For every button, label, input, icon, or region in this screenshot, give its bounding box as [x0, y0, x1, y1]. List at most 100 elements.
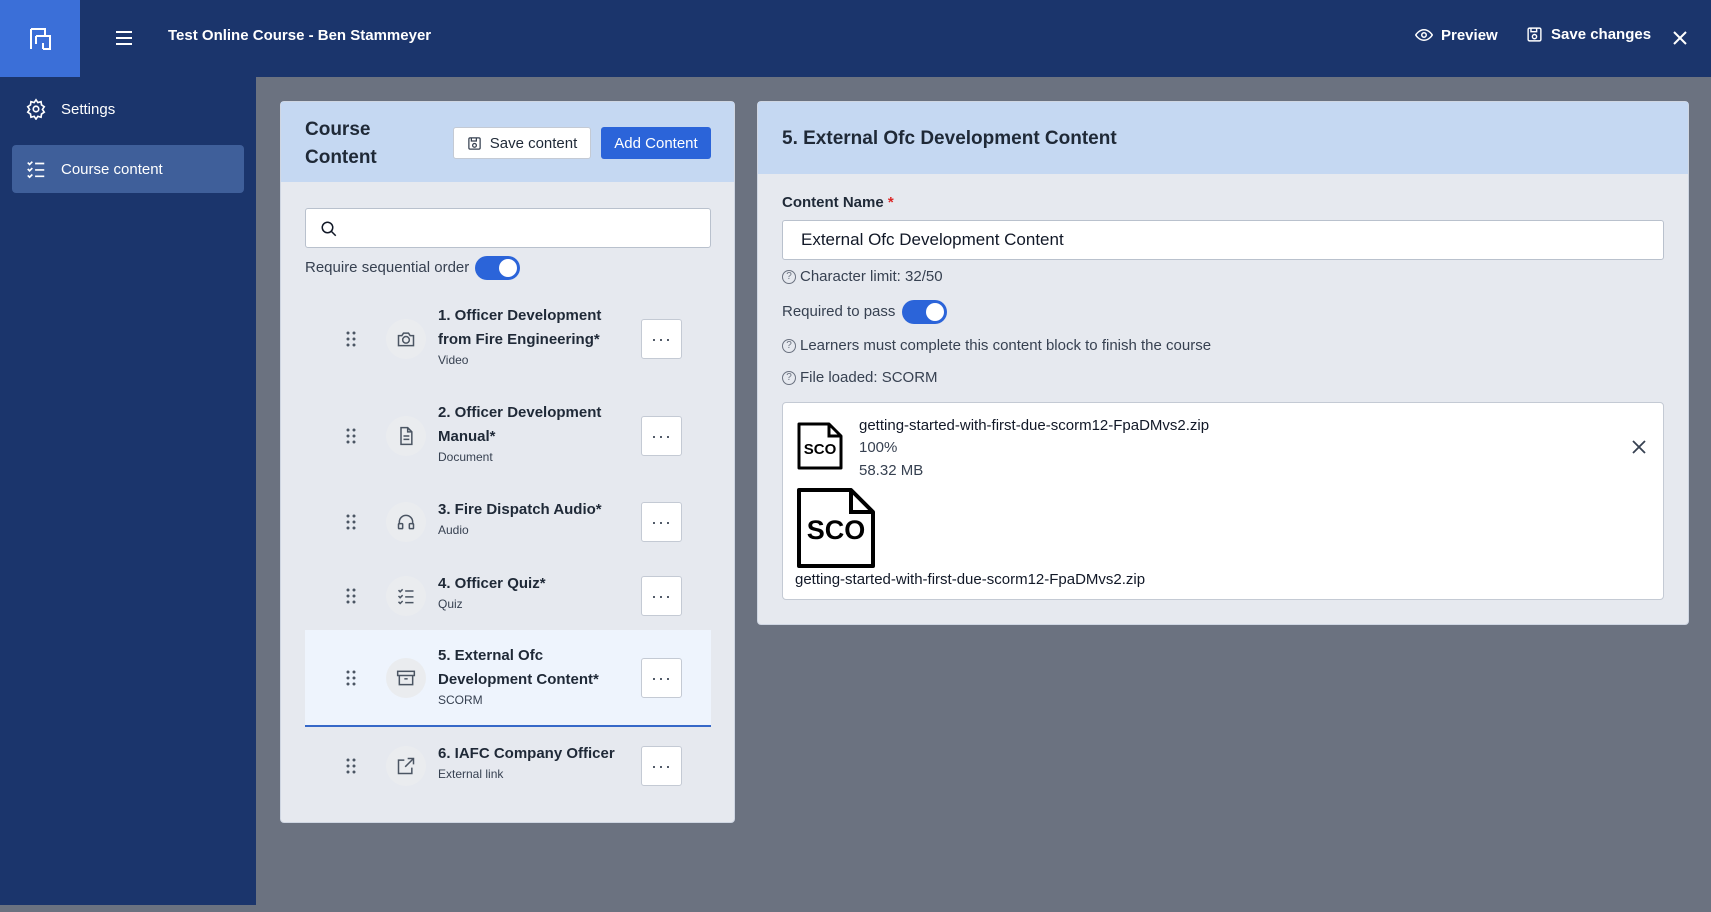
save-icon: [1527, 27, 1542, 42]
item-title: 3. Fire Dispatch Audio*: [438, 501, 602, 518]
content-name-label-text: Content Name: [782, 194, 884, 211]
save-changes-button[interactable]: Save changes: [1526, 26, 1651, 43]
external-link-icon: [397, 757, 415, 775]
headset-icon: [397, 514, 415, 530]
drag-handle-icon[interactable]: [345, 330, 357, 348]
course-title: Test Online Course - Ben Stammeyer: [168, 27, 432, 44]
drag-handle-icon[interactable]: [345, 757, 357, 775]
archive-icon: [396, 670, 416, 686]
content-detail-panel: 5. External Ofc Development Content Cont…: [757, 101, 1689, 625]
search-input[interactable]: [305, 208, 711, 248]
sidebar-item-course-content[interactable]: Course content: [12, 145, 244, 193]
content-name-input[interactable]: [782, 220, 1664, 260]
char-limit-text: Character limit: 32/50: [800, 268, 943, 285]
drag-handle-icon[interactable]: [345, 669, 357, 687]
drag-handle-icon[interactable]: [345, 587, 357, 605]
camera-icon: [397, 332, 415, 347]
file-name: getting-started-with-first-due-scorm12-F…: [859, 417, 1210, 434]
preview-button[interactable]: Preview: [1415, 26, 1498, 44]
sidebar: Settings Course content: [0, 77, 256, 905]
panel-title: Course Content: [305, 119, 377, 168]
scorm-file-preview-icon: SCO: [797, 488, 875, 568]
char-limit-hint: ? Character limit: 32/50: [782, 268, 943, 285]
save-icon: [467, 136, 481, 150]
item-type: External link: [438, 767, 504, 781]
item-text: 4. Officer Quiz* Quiz: [438, 572, 638, 612]
document-icon: [400, 426, 413, 446]
item-text: 3. Fire Dispatch Audio* Audio: [438, 498, 638, 538]
add-content-button[interactable]: Add Content: [601, 127, 711, 159]
help-icon: ?: [782, 338, 796, 353]
item-title: 4. Officer Quiz*: [438, 575, 546, 592]
more-options-button[interactable]: ···: [641, 416, 682, 456]
save-content-label: Save content: [489, 134, 578, 152]
gear-icon: [26, 98, 46, 120]
preview-label: Preview: [1441, 26, 1498, 44]
item-title: 1. Officer Development from Fire Enginee…: [438, 307, 602, 348]
content-detail-header: 5. External Ofc Development Content: [758, 102, 1688, 174]
list-item[interactable]: 6. IAFC Company Officer External link ··…: [305, 734, 711, 798]
item-title: 2. Officer Development Manual*: [438, 404, 602, 445]
more-options-button[interactable]: ···: [641, 746, 682, 786]
more-options-button[interactable]: ···: [641, 319, 682, 359]
item-text: 5. External Ofc Development Content* SCO…: [438, 644, 638, 708]
sequential-order-toggle[interactable]: [475, 256, 520, 280]
file-progress: 100%: [859, 439, 898, 456]
list-item[interactable]: 4. Officer Quiz* Quiz ···: [305, 564, 711, 628]
item-title: 6. IAFC Company Officer: [438, 745, 615, 762]
scorm-preview-text: SCO: [807, 515, 866, 545]
menu-icon[interactable]: [112, 26, 136, 50]
content-detail-title: 5. External Ofc Development Content: [782, 128, 1117, 149]
content-name-label: Content Name *: [782, 194, 894, 211]
scorm-file-icon: SCO: [797, 422, 843, 470]
item-text: 6. IAFC Company Officer External link: [438, 742, 638, 782]
more-options-button[interactable]: ···: [641, 576, 682, 616]
list-item[interactable]: 3. Fire Dispatch Audio* Audio ···: [305, 490, 711, 554]
required-to-pass-label: Required to pass: [782, 303, 896, 320]
scorm-icon-text: SCO: [804, 441, 837, 458]
more-options-button[interactable]: ···: [641, 502, 682, 542]
item-type-icon: [386, 576, 426, 616]
help-icon: ?: [782, 269, 796, 284]
item-type: Quiz: [438, 597, 463, 611]
item-type: Video: [438, 353, 469, 367]
item-title: 5. External Ofc Development Content*: [438, 647, 599, 688]
checklist-icon: [27, 161, 45, 179]
help-icon: ?: [782, 370, 796, 385]
item-text: 1. Officer Development from Fire Enginee…: [438, 304, 638, 368]
item-type-icon: [386, 658, 426, 698]
list-item[interactable]: 2. Officer Development Manual* Document …: [305, 393, 711, 479]
save-changes-label: Save changes: [1551, 26, 1652, 43]
list-item-selected[interactable]: 5. External Ofc Development Content* SCO…: [305, 630, 711, 727]
app-logo[interactable]: [0, 0, 80, 77]
save-content-button[interactable]: Save content: [453, 127, 591, 159]
file-loaded-text: File loaded: SCORM: [800, 369, 938, 386]
sequential-order-label: Require sequential order: [305, 259, 470, 276]
eye-icon: [1415, 28, 1433, 42]
checklist-icon: [397, 588, 414, 605]
list-item[interactable]: 1. Officer Development from Fire Enginee…: [305, 296, 711, 382]
sidebar-item-label: Settings: [61, 100, 116, 118]
file-size: 58.32 MB: [859, 462, 924, 479]
learners-hint: ? Learners must complete this content bl…: [782, 337, 1211, 354]
item-type: SCORM: [438, 693, 483, 707]
required-to-pass-toggle[interactable]: [902, 300, 947, 324]
drag-handle-icon[interactable]: [345, 427, 357, 445]
item-type-icon: [386, 502, 426, 542]
uploaded-file-box: SCO getting-started-with-first-due-scorm…: [782, 402, 1664, 600]
item-type-icon: [386, 319, 426, 359]
top-bar: Test Online Course - Ben Stammeyer Previ…: [0, 0, 1711, 77]
remove-file-icon[interactable]: [1631, 439, 1647, 455]
close-icon[interactable]: [1670, 28, 1690, 48]
item-type: Document: [438, 450, 493, 464]
drag-handle-icon[interactable]: [345, 513, 357, 531]
sidebar-item-settings[interactable]: Settings: [12, 85, 244, 133]
logo-icon: [30, 27, 51, 50]
more-options-button[interactable]: ···: [641, 658, 682, 698]
item-type-icon: [386, 416, 426, 456]
sidebar-item-label: Course content: [61, 160, 163, 178]
file-loaded-hint: ? File loaded: SCORM: [782, 369, 938, 386]
search-icon: [321, 221, 337, 237]
required-marker: *: [887, 194, 894, 211]
item-type: Audio: [438, 523, 469, 537]
